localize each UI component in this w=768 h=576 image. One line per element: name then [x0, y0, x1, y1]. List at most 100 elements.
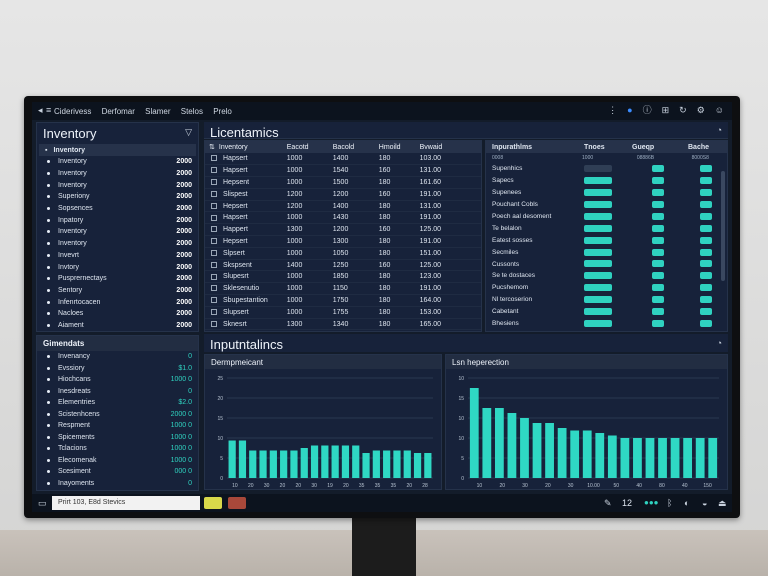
list-item[interactable]: Inpatory 2000: [37, 214, 198, 226]
table-row[interactable]: Happert 1300 1200 160 125.00: [205, 223, 481, 237]
table-row[interactable]: Eatest sosses: [486, 234, 727, 246]
user-icon[interactable]: ☺: [715, 105, 724, 116]
table-row[interactable]: Se te dostaces: [486, 270, 727, 282]
checkbox[interactable]: [211, 155, 217, 162]
back-icon[interactable]: ◂: [38, 105, 43, 116]
table-row[interactable]: Secmiles: [486, 246, 727, 258]
pen-icon[interactable]: ✎: [604, 498, 612, 509]
checkbox[interactable]: [211, 249, 217, 256]
list-item[interactable]: Inventory 2000: [37, 168, 198, 180]
list-item[interactable]: Inayoments 0: [37, 478, 198, 490]
table-row[interactable]: Sklesenutio 1000 1150 180 191.00: [205, 282, 481, 296]
table-row[interactable]: Skspsent 1400 1250 160 125.00: [205, 259, 481, 272]
table-row[interactable]: Pouchant Cobls: [486, 199, 727, 211]
scrollbar[interactable]: [721, 171, 725, 281]
col-header[interactable]: Bache: [688, 144, 718, 151]
table-row[interactable]: Slupesrt 1000 1850 180 123.00: [205, 270, 481, 284]
wifi-icon[interactable]: ◒: [702, 498, 707, 509]
yellow-app-icon[interactable]: [204, 497, 222, 509]
list-item[interactable]: Nacloes 2000: [37, 308, 198, 320]
list-item[interactable]: Scesiment 000 0: [37, 466, 198, 478]
table-row[interactable]: Sbupestantion 1000 1750 180 164.00: [205, 294, 481, 307]
table-row[interactable]: Hapsert 1000 1400 180 103.00: [205, 153, 481, 166]
table-row[interactable]: Hapsert 1000 1540 160 131.00: [205, 164, 481, 178]
status-dot-icon[interactable]: ●: [627, 105, 632, 116]
list-item[interactable]: Invenancy 0: [37, 351, 198, 363]
checkbox[interactable]: [211, 297, 217, 304]
table-row[interactable]: Hapsert 1000 1430 180 191.00: [205, 211, 481, 225]
table-row[interactable]: Poech aal desoment: [486, 211, 727, 223]
list-item[interactable]: Evssiory $1.0: [37, 363, 198, 375]
bluetooth-icon[interactable]: ᛒ: [667, 498, 672, 509]
settings-icon[interactable]: ⚙: [697, 105, 705, 116]
hamburger-icon[interactable]: ≡: [46, 105, 51, 116]
table-row[interactable]: Nl tercoserion: [486, 294, 727, 306]
info-icon[interactable]: ⓘ: [643, 105, 652, 116]
col-header[interactable]: Bacold: [332, 141, 379, 153]
checkbox[interactable]: [211, 261, 217, 268]
table-row[interactable]: Slupsert 1000 1755 180 153.00: [205, 306, 481, 319]
checkbox[interactable]: [211, 308, 217, 315]
list-item[interactable]: Inventory 2000: [37, 179, 198, 191]
expand-icon[interactable]: ◔: [717, 338, 722, 349]
menu-item[interactable]: Derfomar: [102, 107, 135, 116]
table-row[interactable]: Bhesiens: [486, 318, 727, 330]
help-icon[interactable]: ◔: [717, 125, 722, 136]
checkbox[interactable]: [211, 320, 217, 327]
red-app-icon[interactable]: [228, 497, 246, 509]
checkbox[interactable]: [211, 226, 217, 233]
keyboard-icon[interactable]: ▭: [38, 498, 47, 509]
list-item[interactable]: Sopsences 2000: [37, 203, 198, 215]
checkbox[interactable]: [211, 179, 217, 186]
checkbox[interactable]: [211, 273, 217, 280]
list-item[interactable]: Spicements 1000 0: [37, 432, 198, 444]
table-row[interactable]: Supenhics: [486, 163, 727, 175]
menu-item[interactable]: Ciderivess: [54, 107, 91, 116]
filter-icon[interactable]: ▽: [185, 127, 192, 138]
refresh-icon[interactable]: ↻: [679, 105, 687, 116]
col-header[interactable]: Hmoild: [378, 141, 420, 153]
list-item[interactable]: Sentory 2000: [37, 285, 198, 297]
menu-item[interactable]: Slamer: [145, 107, 170, 116]
bookmark-icon[interactable]: ⊞: [662, 105, 670, 116]
volume-icon[interactable]: ◐: [684, 498, 689, 509]
list-item[interactable]: Respment 1000 0: [37, 420, 198, 432]
list-item[interactable]: Elementries $2.0: [37, 397, 198, 409]
table-row[interactable]: Cussonts: [486, 258, 727, 270]
list-item[interactable]: Inventory 2000: [37, 238, 198, 250]
checkbox[interactable]: [211, 214, 217, 221]
list-item[interactable]: Superiony 2000: [37, 191, 198, 203]
checkbox[interactable]: [211, 190, 217, 197]
list-item[interactable]: Scistenhcens 2000 0: [37, 409, 198, 421]
table-row[interactable]: Cabetant: [486, 306, 727, 318]
col-header[interactable]: Bvwaid: [419, 141, 481, 153]
checkbox[interactable]: [211, 202, 217, 209]
list-item[interactable]: Tclacions 1000 0: [37, 443, 198, 455]
table-row[interactable]: Te belalon: [486, 222, 727, 234]
table-row[interactable]: Hepsert 1000 1300 180 191.00: [205, 235, 481, 248]
table-row[interactable]: Supenees: [486, 187, 727, 199]
table-row[interactable]: Sknesrt 1300 1340 180 165.00: [205, 318, 481, 331]
list-item[interactable]: Hiochcans 1000 0: [37, 374, 198, 386]
table-row[interactable]: Slispest 1200 1200 160 191.00: [205, 188, 481, 201]
list-item[interactable]: Invtory 2000: [37, 261, 198, 273]
table-row[interactable]: Hepsent 1000 1500 180 161.60: [205, 176, 481, 189]
col-header[interactable]: Eacotd: [286, 141, 333, 153]
col-header[interactable]: ⇅ Inventory: [205, 141, 287, 153]
table-row[interactable]: Sapecs: [486, 175, 727, 187]
list-item[interactable]: Inesdreats 0: [37, 386, 198, 398]
table-row[interactable]: Pucshemom: [486, 282, 727, 294]
col-header[interactable]: Inpurathlms: [492, 144, 584, 151]
menu-item[interactable]: Prelo: [213, 107, 232, 116]
notification-icon[interactable]: ⏏: [718, 498, 727, 509]
checkbox[interactable]: [211, 167, 217, 174]
list-item[interactable]: Elecomenak 1000 0: [37, 455, 198, 467]
table-row[interactable]: Hepsert 1200 1400 180 131.00: [205, 200, 481, 213]
table-row[interactable]: Slpsert 1000 1050 180 151.00: [205, 247, 481, 260]
list-item[interactable]: Invevrt 2000: [37, 250, 198, 262]
checkbox[interactable]: [211, 238, 217, 245]
col-header[interactable]: Tnoes: [584, 144, 632, 151]
menu-item[interactable]: Stelos: [181, 107, 203, 116]
checkbox[interactable]: [211, 285, 217, 292]
list-item[interactable]: Infenrtocacen 2000: [37, 296, 198, 308]
